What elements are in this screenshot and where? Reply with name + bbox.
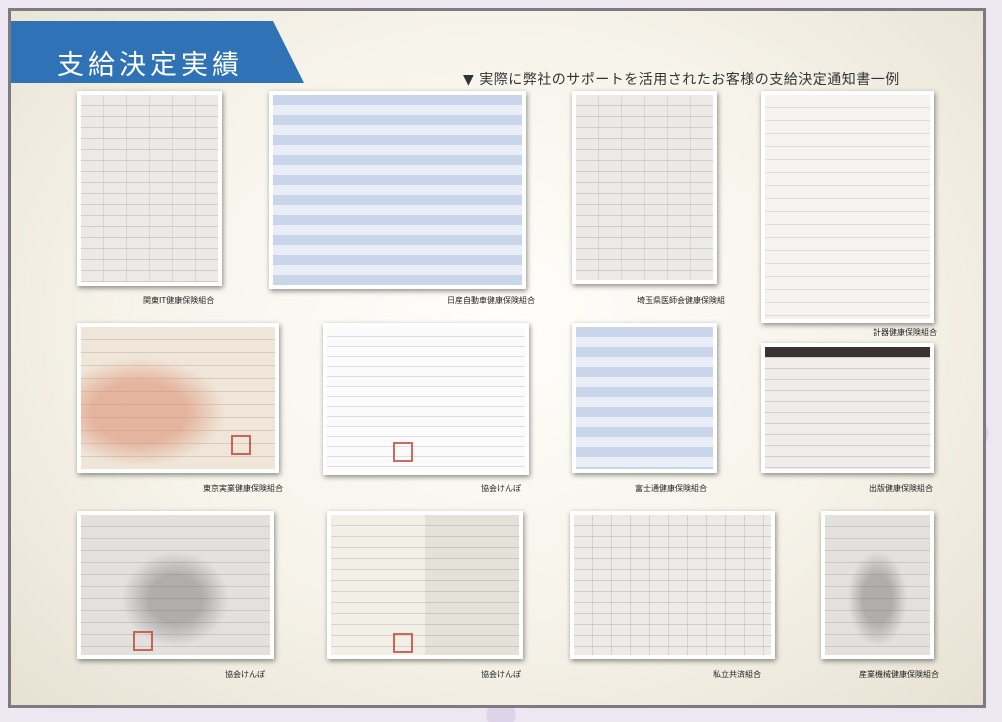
document-caption-6: 協会けんぽ <box>481 484 521 493</box>
document-photo-9 <box>77 511 274 659</box>
document-image <box>576 95 713 280</box>
stamp-icon <box>133 631 153 651</box>
title-banner: 支給決定実績 <box>11 21 304 83</box>
document-photo-1 <box>77 91 222 286</box>
document-caption-9: 協会けんぽ <box>225 670 265 679</box>
document-photo-6 <box>323 323 529 475</box>
document-image <box>576 327 713 469</box>
document-photo-10 <box>327 511 523 659</box>
document-caption-3: 埼玉県医師会健康保険組 <box>637 296 725 305</box>
document-caption-2: 日産自動車健康保険組合 <box>447 296 535 305</box>
document-image <box>331 515 519 655</box>
document-photo-11 <box>570 511 775 659</box>
document-caption-5: 東京実業健康保険組合 <box>203 484 283 493</box>
stamp-icon <box>393 442 413 462</box>
document-caption-12: 産業機械健康保険組合 <box>859 670 939 679</box>
document-caption-10: 協会けんぽ <box>481 670 521 679</box>
document-photo-12 <box>821 511 934 659</box>
document-caption-11: 私立共済組合 <box>713 670 761 679</box>
document-photo-7 <box>572 323 717 473</box>
document-photo-8 <box>761 343 934 473</box>
stamp-icon <box>231 435 251 455</box>
document-image <box>81 515 270 655</box>
document-image <box>765 95 930 319</box>
document-photo-4 <box>761 91 934 323</box>
document-image <box>81 95 218 282</box>
document-image <box>825 515 930 655</box>
document-image <box>327 327 525 471</box>
document-caption-4: 計器健康保険組合 <box>873 328 937 337</box>
page-subtitle: ▼ 実際に弊社のサポートを活用されたお客様の支給決定通知書一例 <box>463 72 900 88</box>
page-title: 支給決定実績 <box>57 50 243 81</box>
content-frame: 支給決定実績 ▼ 実際に弊社のサポートを活用されたお客様の支給決定通知書一例 関… <box>8 8 986 708</box>
stamp-icon <box>393 633 413 653</box>
document-image <box>574 515 771 655</box>
document-photo-3 <box>572 91 717 284</box>
document-caption-1: 関東IT健康保険組合 <box>143 296 215 305</box>
document-photo-5 <box>77 323 279 473</box>
document-photo-2 <box>269 91 526 289</box>
document-image <box>765 347 930 469</box>
document-caption-7: 富士通健康保険組合 <box>635 484 707 493</box>
document-caption-8: 出版健康保険組合 <box>869 484 933 493</box>
document-image <box>273 95 522 285</box>
